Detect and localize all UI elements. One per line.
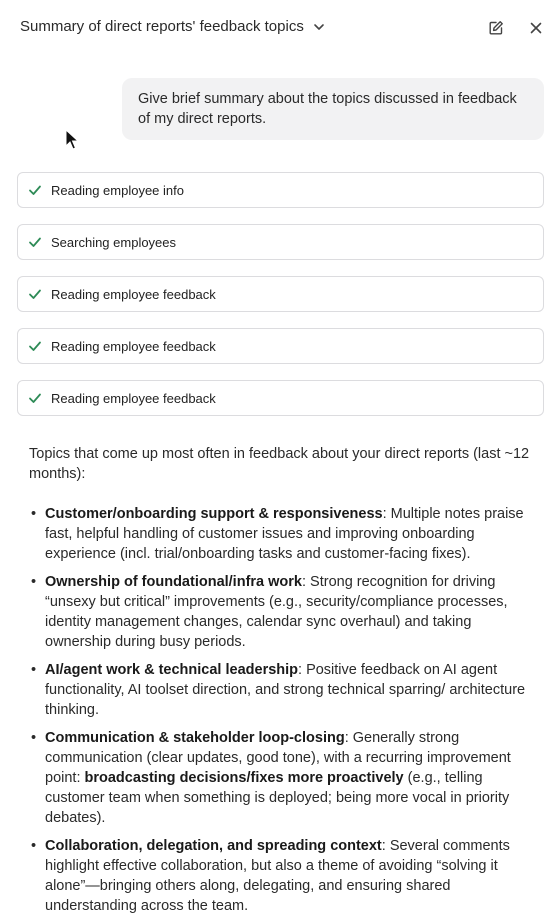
tool-step-label: Searching employees — [51, 234, 177, 250]
list-item: AI/agent work & technical leadership: Po… — [29, 660, 534, 720]
list-item: Collaboration, delegation, and spreading… — [29, 836, 534, 916]
check-icon — [29, 185, 41, 195]
topic-title: AI/agent work & technical leadership — [45, 662, 299, 678]
list-item: Communication & stakeholder loop-closing… — [29, 728, 534, 828]
topic-title: Collaboration, delegation, and spreading… — [45, 838, 382, 854]
topic-title: Ownership of foundational/infra work — [45, 574, 302, 590]
list-item: Ownership of foundational/infra work: St… — [29, 572, 534, 652]
check-icon — [29, 289, 41, 299]
user-message-bubble: Give brief summary about the topics disc… — [122, 78, 544, 140]
tool-step-label: Reading employee feedback — [51, 338, 216, 354]
topic-emphasis: broadcasting decisions/fixes more proact… — [84, 770, 404, 786]
check-icon — [29, 341, 41, 351]
topic-title: Communication & stakeholder loop-closing — [45, 730, 345, 746]
assistant-answer: Topics that come up most often in feedba… — [29, 444, 534, 924]
mouse-cursor-icon — [65, 129, 79, 150]
list-item: Customer/onboarding support & responsive… — [29, 504, 534, 564]
close-icon — [530, 22, 542, 34]
panel-header: Summary of direct reports' feedback topi… — [0, 0, 557, 56]
topic-title: Customer/onboarding support & responsive… — [45, 506, 383, 522]
tool-step-label: Reading employee feedback — [51, 286, 216, 302]
edit-icon — [489, 21, 503, 35]
close-button[interactable] — [525, 17, 547, 39]
tool-steps-list: Reading employee info Searching employee… — [17, 172, 544, 432]
tool-step[interactable]: Reading employee feedback — [17, 276, 544, 312]
conversation-title: Summary of direct reports' feedback topi… — [20, 18, 304, 35]
tool-step-label: Reading employee feedback — [51, 390, 216, 406]
tool-step[interactable]: Searching employees — [17, 224, 544, 260]
check-icon — [29, 393, 41, 403]
chevron-down-icon — [314, 23, 324, 30]
conversation-title-dropdown[interactable]: Summary of direct reports' feedback topi… — [20, 18, 326, 35]
tool-step-label: Reading employee info — [51, 182, 184, 198]
check-icon — [29, 237, 41, 247]
answer-intro: Topics that come up most often in feedba… — [29, 446, 530, 482]
new-chat-button[interactable] — [485, 17, 507, 39]
tool-step[interactable]: Reading employee feedback — [17, 380, 544, 416]
tool-step[interactable]: Reading employee info — [17, 172, 544, 208]
topics-list: Customer/onboarding support & responsive… — [29, 504, 534, 916]
tool-step[interactable]: Reading employee feedback — [17, 328, 544, 364]
